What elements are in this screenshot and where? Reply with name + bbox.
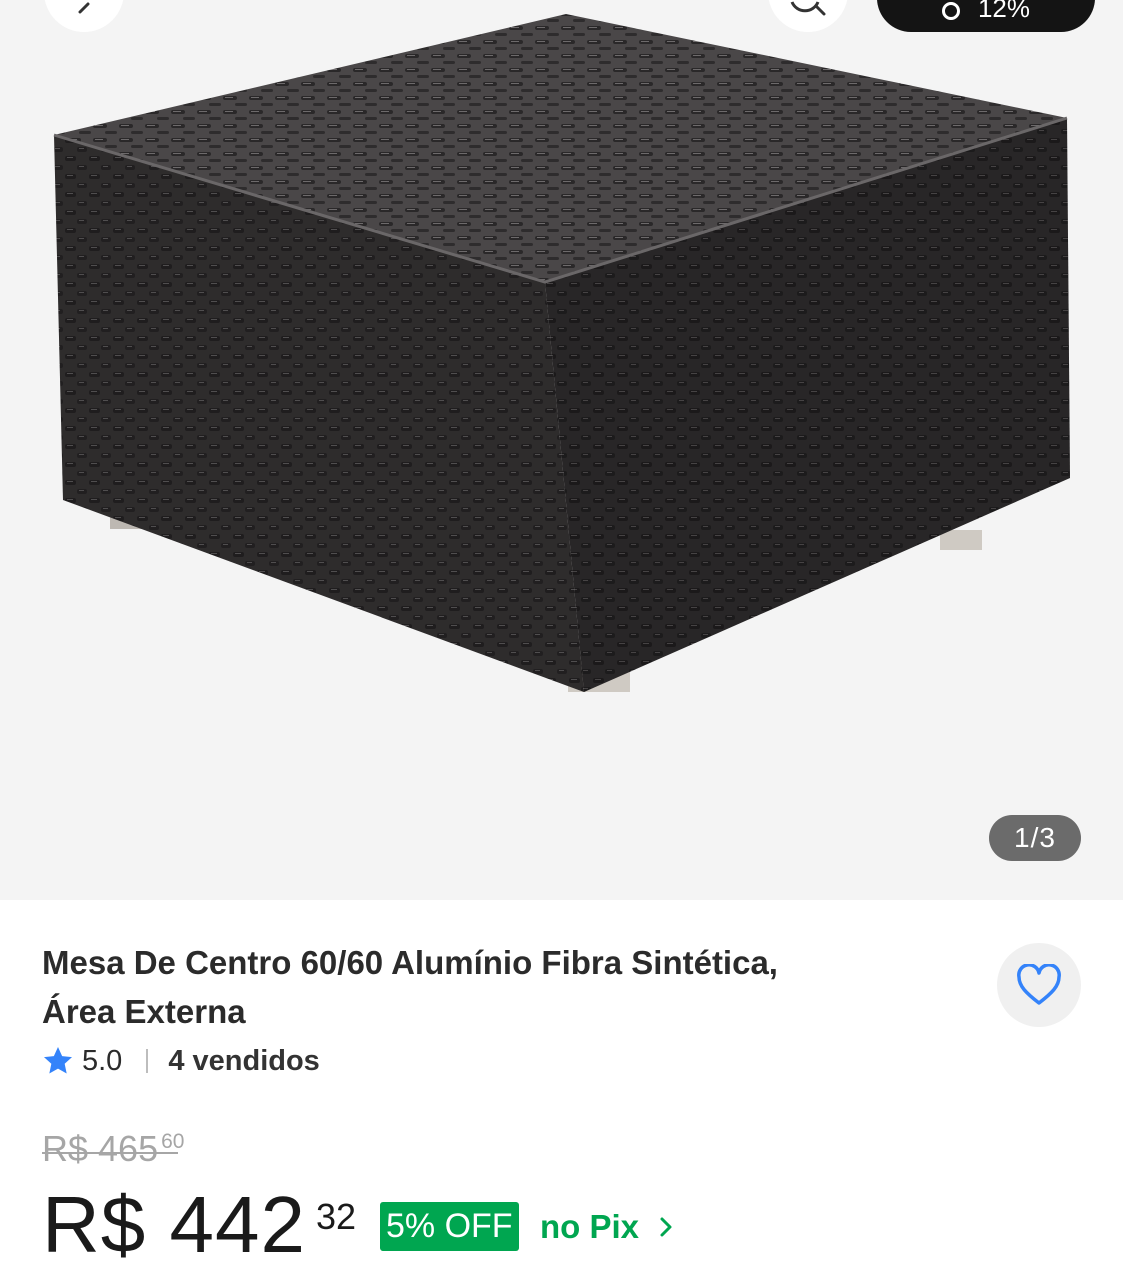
product-gallery[interactable]: 12% 1/3	[0, 0, 1123, 900]
price-main: R$ 442	[42, 1180, 306, 1269]
product-title-line2: Área Externa	[42, 993, 246, 1030]
favorite-button[interactable]	[997, 943, 1081, 1027]
chevron-right-icon	[660, 1217, 672, 1237]
image-counter: 1/3	[989, 815, 1081, 861]
old-price-cents: 60	[161, 1130, 185, 1153]
product-image[interactable]	[40, 10, 1085, 710]
product-title: Mesa De Centro 60/60 Alumínio Fibra Sint…	[42, 938, 892, 1036]
heart-icon	[1017, 964, 1061, 1005]
rating-separator	[146, 1049, 149, 1073]
current-price: R$ 442 32	[42, 1182, 356, 1268]
rating-value: 5.0	[82, 1044, 123, 1077]
sold-count: 4 vendidos	[168, 1044, 320, 1077]
rating-row[interactable]: 5.0 4 vendidos	[42, 1041, 320, 1081]
old-price: R$ 465 60	[42, 1128, 184, 1170]
pix-payment-link[interactable]: no Pix	[540, 1205, 673, 1249]
price-cents: 32	[315, 1196, 357, 1237]
pix-label: no Pix	[540, 1208, 640, 1245]
star-icon	[44, 1047, 72, 1074]
product-title-line1: Mesa De Centro 60/60 Alumínio Fibra Sint…	[42, 944, 778, 981]
strikethrough-line	[42, 1152, 178, 1154]
old-price-main: R$ 465	[42, 1128, 159, 1169]
discount-badge: 5% OFF	[380, 1202, 519, 1251]
